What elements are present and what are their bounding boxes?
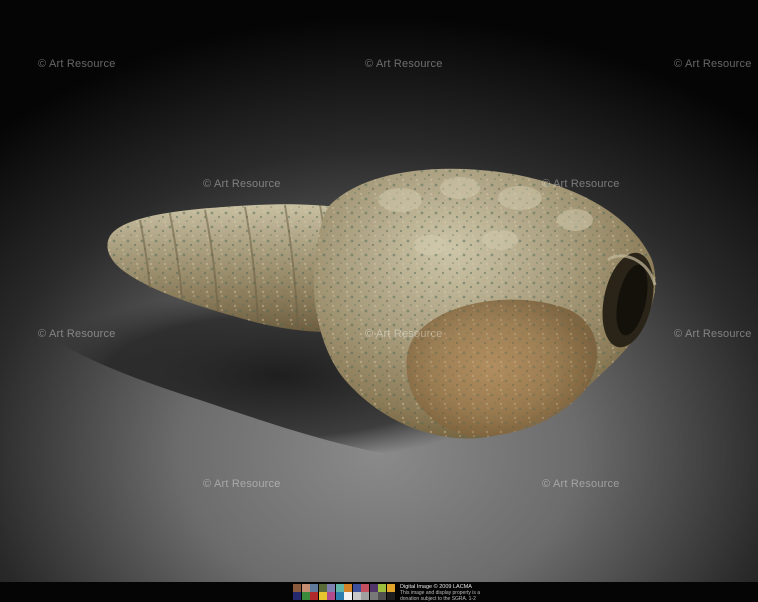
color-swatch [327,584,335,592]
color-swatch [344,584,352,592]
color-swatch [293,592,301,600]
color-swatch [301,592,310,600]
credit-note: This image and display property is a don… [400,590,481,602]
color-swatch [352,592,361,600]
watermark: © Art Resource [365,58,443,70]
watermark: © Art Resource [38,328,116,340]
color-swatch [378,584,386,592]
watermark: © Art Resource [365,328,443,340]
color-swatch [327,592,335,600]
color-swatch [293,584,301,592]
color-swatch [369,584,378,592]
artwork-photo [0,0,758,582]
artwork-viewer: © Art Resource © Art Resource © Art Reso… [0,0,758,602]
color-swatch [344,592,352,600]
color-swatch [378,592,386,600]
color-swatch [361,592,369,600]
color-swatch [318,584,327,592]
color-swatch [335,584,344,592]
watermark: © Art Resource [542,478,620,490]
watermark: © Art Resource [203,478,281,490]
color-swatch [369,592,378,600]
color-swatch [310,584,318,592]
color-swatch [301,584,310,592]
watermark: © Art Resource [203,178,281,190]
watermark: © Art Resource [674,58,752,70]
watermark: © Art Resource [674,328,752,340]
color-swatch [386,584,395,592]
color-swatch [352,584,361,592]
image-credit: Digital Image © 2009 LACMA This image an… [400,584,490,602]
color-swatch [310,592,318,600]
color-calibration-chart [293,584,395,600]
color-swatch [386,592,395,600]
watermark: © Art Resource [38,58,116,70]
watermark: © Art Resource [542,178,620,190]
color-swatch [335,592,344,600]
color-swatch [361,584,369,592]
color-swatch [318,592,327,600]
